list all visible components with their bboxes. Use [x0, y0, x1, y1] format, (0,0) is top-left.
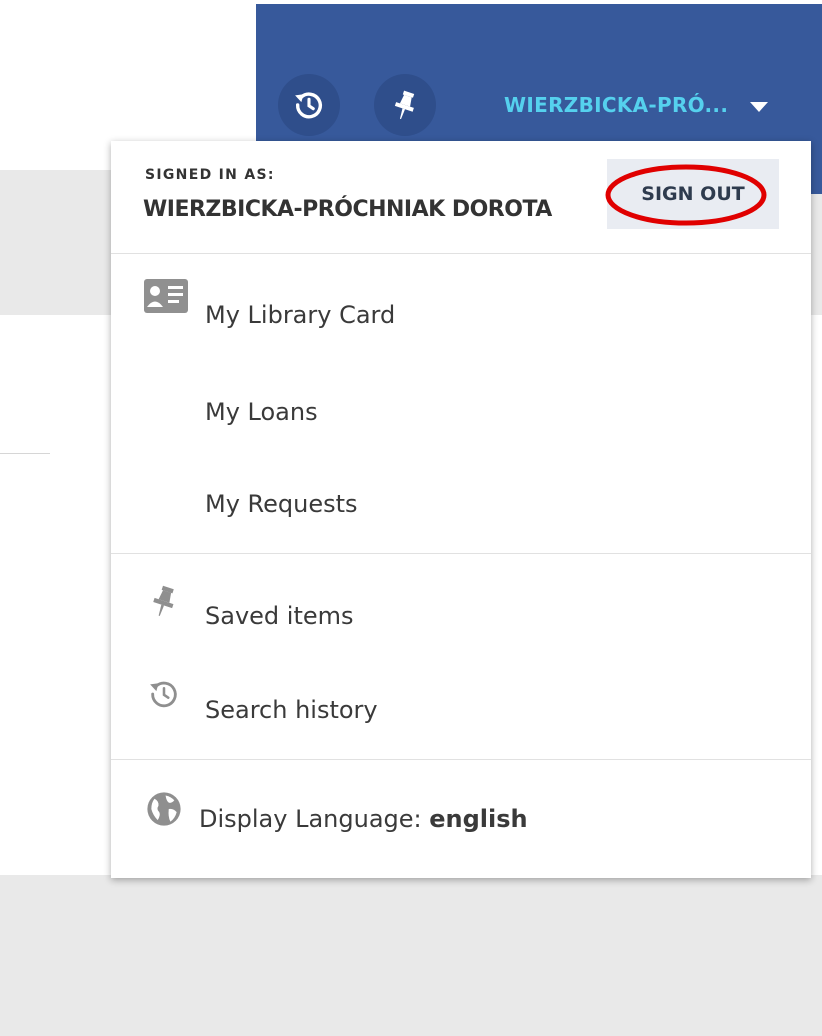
annotation-circle	[605, 164, 767, 226]
display-language-selector[interactable]: Display Language: english	[111, 790, 811, 846]
user-dropdown-menu: SIGNED IN AS: WIERZBICKA-PRÓCHNIAK DOROT…	[111, 141, 811, 878]
library-card-icon	[144, 279, 188, 313]
menu-divider	[111, 253, 811, 254]
menu-item-label: My Loans	[205, 398, 318, 426]
display-language-prefix: Display Language:	[199, 805, 430, 833]
signed-in-label: SIGNED IN AS:	[145, 167, 275, 183]
signed-in-section: SIGNED IN AS: WIERZBICKA-PRÓCHNIAK DOROT…	[111, 141, 811, 253]
page-divider-fragment	[0, 453, 50, 454]
user-menu-toggle[interactable]: WIERZBICKA-PRÓ...	[504, 86, 769, 124]
page-background-bottom	[0, 875, 822, 1036]
globe-icon	[147, 792, 181, 826]
sign-out-button[interactable]: SIGN OUT	[605, 159, 779, 229]
history-icon	[150, 681, 177, 708]
menu-item-label: My Requests	[205, 490, 358, 518]
menu-item-label: Saved items	[205, 602, 354, 630]
menu-item-search-history[interactable]: Search history	[111, 681, 811, 737]
display-language-label: Display Language: english	[199, 805, 528, 833]
caret-down-icon	[750, 102, 769, 112]
menu-item-my-requests[interactable]: My Requests	[111, 475, 811, 531]
menu-item-my-loans[interactable]: My Loans	[111, 383, 811, 439]
history-button[interactable]	[278, 74, 340, 136]
user-display-name: WIERZBICKA-PRÓ...	[504, 93, 729, 117]
signed-in-user-name: WIERZBICKA-PRÓCHNIAK DOROTA	[143, 197, 552, 222]
pin-icon	[394, 90, 415, 120]
pin-button[interactable]	[374, 74, 436, 136]
menu-item-my-library-card[interactable]: My Library Card	[111, 279, 811, 342]
pin-icon	[153, 585, 174, 616]
menu-divider	[111, 553, 811, 554]
menu-item-label: My Library Card	[205, 301, 396, 329]
menu-divider	[111, 759, 811, 760]
menu-item-saved-items[interactable]: Saved items	[111, 585, 811, 643]
menu-item-label: Search history	[205, 696, 378, 724]
display-language-value: english	[429, 805, 528, 833]
history-icon	[295, 92, 322, 119]
